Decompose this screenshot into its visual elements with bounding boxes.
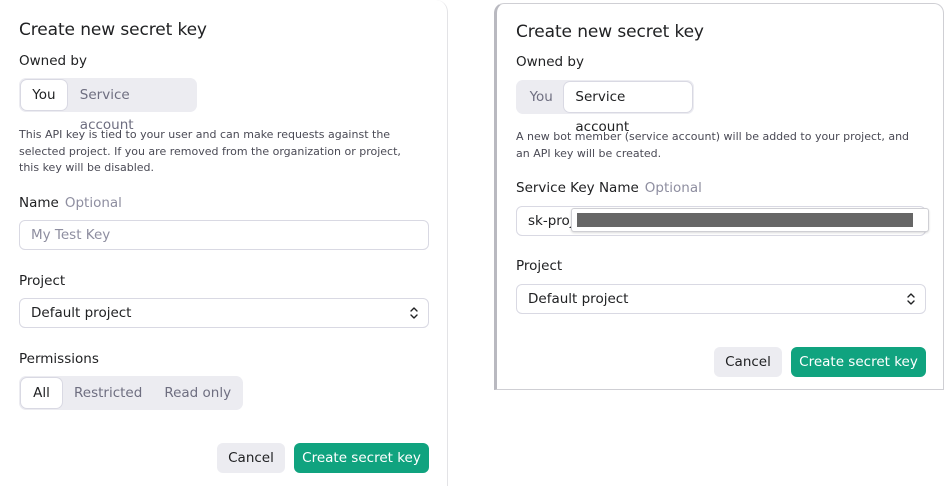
dialog-title: Create new secret key	[516, 22, 704, 42]
owned-by-label: Owned by	[19, 53, 87, 69]
project-select[interactable]: Default project	[516, 284, 926, 314]
owner-description: A new bot member (service account) will …	[516, 130, 910, 160]
chevron-up-down-icon	[410, 307, 418, 319]
owner-segmented-control: You Service account	[19, 78, 197, 133]
service-key-name-label-text: Service Key Name	[516, 180, 639, 196]
owner-segmented-control: You Service account	[516, 80, 694, 135]
project-label: Project	[516, 258, 563, 274]
redaction-overlay	[571, 208, 929, 232]
project-select-value: Default project	[31, 305, 132, 321]
owner-option-you[interactable]: You	[518, 82, 564, 112]
permission-option-read-only[interactable]: Read only	[155, 378, 239, 408]
redaction-bar	[577, 213, 913, 227]
project-label: Project	[19, 273, 66, 289]
create-key-dialog-service-account: Create new secret key Owned by You Servi…	[494, 3, 944, 390]
create-secret-key-button[interactable]: Create secret key	[791, 347, 926, 377]
name-label: Name Optional	[19, 195, 122, 211]
create-secret-key-button[interactable]: Create secret key	[294, 443, 429, 473]
chevron-up-down-icon	[907, 293, 915, 305]
permission-option-restricted[interactable]: Restricted	[62, 378, 155, 408]
create-key-dialog-you: Create new secret key Owned by You Servi…	[0, 0, 448, 486]
screenshot-canvas: Create new secret key Owned by You Servi…	[0, 0, 952, 486]
cancel-button[interactable]: Cancel	[714, 347, 782, 377]
name-label-text: Name	[19, 195, 59, 211]
cancel-button[interactable]: Cancel	[217, 443, 285, 473]
dialog-title: Create new secret key	[19, 20, 207, 40]
owned-by-label: Owned by	[516, 54, 584, 70]
permission-option-all[interactable]: All	[21, 378, 62, 408]
permissions-segmented-control: All Restricted Read only	[19, 376, 243, 410]
project-select[interactable]: Default project	[19, 298, 429, 328]
permissions-label: Permissions	[19, 351, 99, 367]
owner-option-service-account[interactable]: Service account	[67, 80, 195, 133]
owner-description: This API key is tied to your user and ca…	[19, 128, 401, 174]
owner-option-you[interactable]: You	[21, 80, 67, 110]
owner-option-service-account[interactable]: Service account	[564, 82, 692, 135]
name-input[interactable]	[19, 220, 429, 250]
project-select-value: Default project	[528, 291, 629, 307]
service-key-name-label: Service Key Name Optional	[516, 180, 702, 196]
service-key-name-input[interactable]: sk-proj	[516, 206, 929, 236]
service-key-name-value: sk-proj	[528, 213, 574, 229]
name-optional-text: Optional	[64, 195, 122, 211]
service-key-name-optional-text: Optional	[644, 180, 702, 196]
